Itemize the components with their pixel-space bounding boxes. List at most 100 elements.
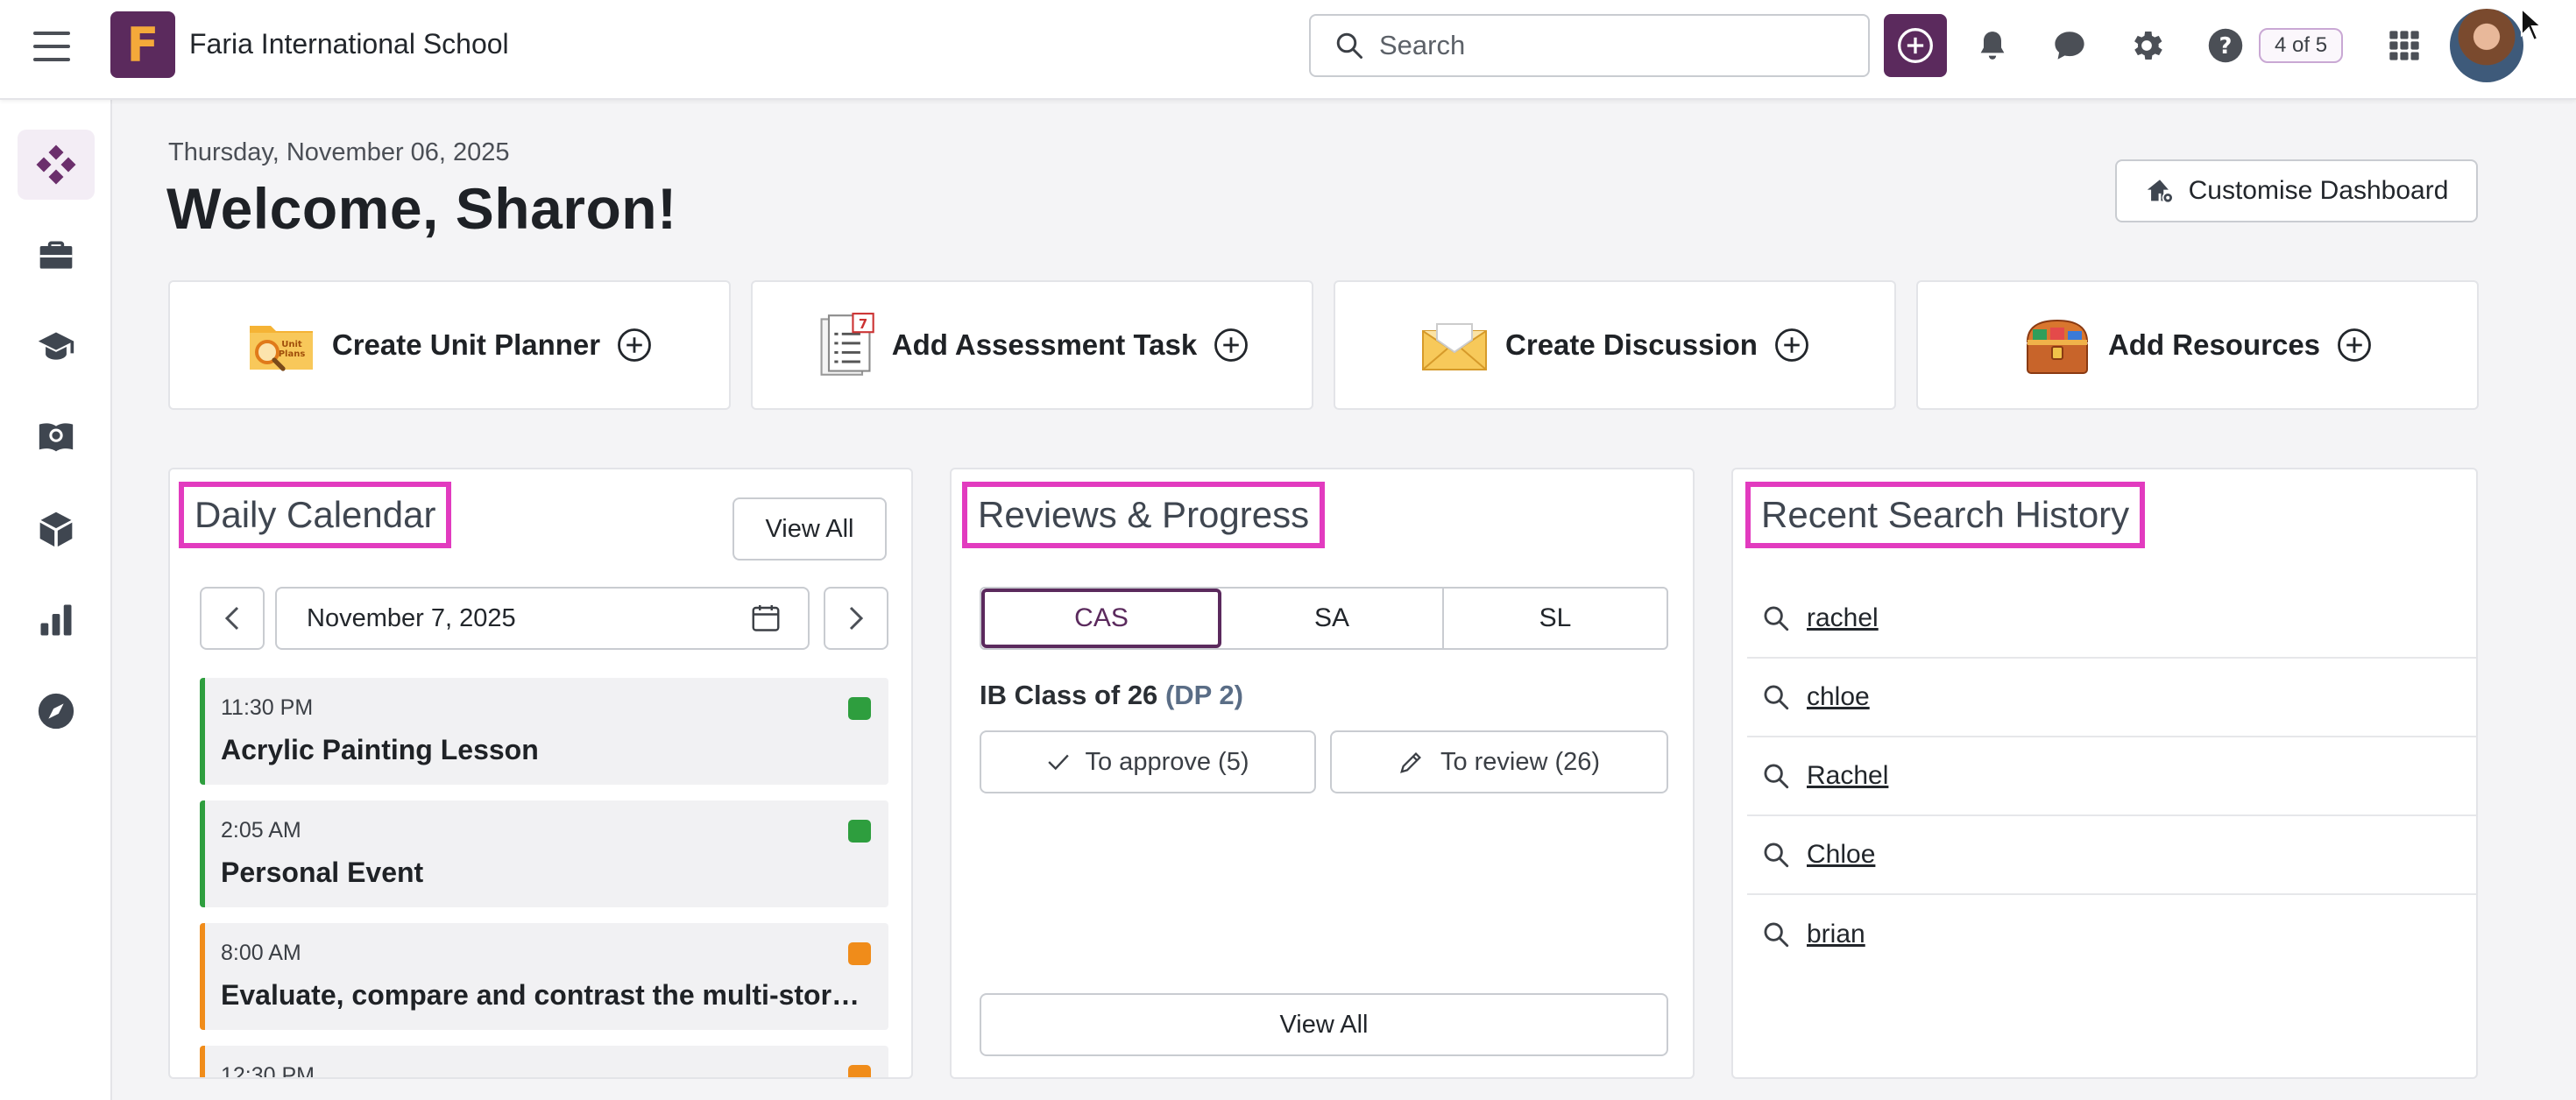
plus-circle-icon [2338,328,2371,362]
history-link[interactable]: brian [1807,920,1865,949]
quick-action-create-discussion[interactable]: Create Discussion [1334,280,1896,410]
event-time: 12:30 PM [221,1063,315,1079]
search-icon [1764,764,1789,789]
history-link[interactable]: chloe [1807,682,1870,712]
history-link[interactable]: Chloe [1807,840,1875,870]
to-approve-button[interactable]: To approve (5) [980,730,1316,793]
history-item[interactable]: chloe [1747,659,2476,737]
book-globe-icon [39,423,74,452]
plus-circle-icon [1898,28,1933,63]
pencil-icon [1400,752,1421,773]
sidebar-item-explore[interactable] [18,676,95,746]
plus-circle-icon [1775,328,1808,362]
home-gear-icon [2147,180,2174,204]
logo-letter: F [126,17,159,73]
class-heading: IB Class of 26 (DP 2) [980,680,1243,711]
sidebar [0,100,112,1100]
svg-text:Plans: Plans [279,349,306,359]
next-day-button[interactable] [824,587,888,650]
svg-text:?: ? [2219,33,2233,60]
recent-search-history-title: Recent Search History [1745,482,2146,548]
sidebar-item-briefcase[interactable] [18,221,95,291]
compass-icon [38,693,74,730]
menu-icon[interactable] [33,32,70,61]
user-avatar[interactable] [2450,9,2523,82]
reviews-progress-title: Reviews & Progress [962,482,1326,548]
class-tag: (DP 2) [1164,680,1243,710]
quick-action-label: Add Assessment Task [891,328,1198,361]
school-logo[interactable]: F [110,11,175,78]
search-icon [1336,32,1362,59]
to-review-button[interactable]: To review (26) [1330,730,1668,793]
quick-action-add-resources[interactable]: Add Resources [1916,280,2479,410]
sidebar-item-reports[interactable] [18,585,95,655]
calendar-view-all-button[interactable]: View All [732,497,887,561]
history-list: rachel chloe Rachel Chloe brian [1733,580,2476,983]
onboarding-steps-badge[interactable]: 4 of 5 [2259,28,2344,63]
plus-circle-icon [1214,328,1249,362]
to-approve-label: To approve (5) [1085,747,1249,776]
customise-dashboard-label: Customise Dashboard [2188,176,2449,205]
daily-calendar-panel: Daily Calendar View All November 7, 2025… [168,468,913,1079]
search-icon [1764,843,1789,868]
chevron-right-icon [849,606,864,631]
check-icon [1047,754,1069,771]
sidebar-item-dashboard[interactable] [18,130,95,200]
tab-sa[interactable]: SA [1221,589,1444,648]
calendar-date-picker[interactable]: November 7, 2025 [275,587,810,650]
calendar-event[interactable]: 8:00 AM Evaluate, compare and contrast t… [200,923,888,1030]
quick-action-add-assessment-task[interactable]: 7 Add Assessment Task [751,280,1313,410]
customise-dashboard-button[interactable]: Customise Dashboard [2115,159,2478,222]
history-item[interactable]: rachel [1747,580,2476,659]
reviews-tabs: CAS SA SL [980,587,1668,650]
quick-action-label: Create Discussion [1505,328,1758,361]
sidebar-item-resources[interactable] [18,494,95,564]
chevron-left-icon [224,606,239,631]
previous-day-button[interactable] [200,587,265,650]
gear-icon[interactable] [2126,25,2168,67]
sidebar-item-library[interactable] [18,403,95,473]
event-title: Personal Event [221,857,424,888]
calendar-event[interactable]: 11:30 PM Acrylic Painting Lesson [200,678,888,785]
event-time: 11:30 PM [221,695,314,720]
chat-icon[interactable] [2049,25,2091,67]
task-clipboard-icon [848,942,871,965]
school-name[interactable]: Faria International School [189,28,509,60]
search-icon [1764,606,1789,631]
plus-circle-icon [618,328,652,362]
sidebar-item-academics[interactable] [18,312,95,382]
add-new-button[interactable] [1884,14,1947,77]
tab-cas[interactable]: CAS [981,589,1221,648]
cube-icon [39,511,73,547]
history-item[interactable]: brian [1747,895,2476,974]
apps-grid-icon[interactable] [2383,25,2425,67]
folder-magnifier-icon: UnitPlans [249,326,313,371]
bell-icon[interactable] [1971,25,2013,67]
calendar-event[interactable]: 12:30 PM [200,1046,888,1079]
history-link[interactable]: Rachel [1807,761,1888,791]
calendar-event[interactable]: 2:05 AM Personal Event [200,800,888,907]
event-time: 2:05 AM [221,818,301,843]
search-input[interactable] [1379,30,1835,61]
quick-action-create-unit-planner[interactable]: Unit Plans Create Unit Planner [168,280,731,410]
task-clipboard-icon [848,1065,871,1077]
bar-chart-icon [40,604,72,636]
to-review-label: To review (26) [1440,747,1601,776]
event-title: Acrylic Painting Lesson [221,734,539,765]
welcome-heading: Welcome, Sharon! [166,176,677,241]
daily-calendar-title: Daily Calendar [179,482,452,548]
top-bar: F Faria International School ? 4 of 5 [0,0,2576,100]
search-icon [1764,685,1789,710]
reviews-view-all-button[interactable]: View All [980,993,1668,1056]
search-box[interactable] [1309,14,1870,77]
tab-sl[interactable]: SL [1444,589,1667,648]
calendar-icon [752,605,780,631]
reviews-progress-panel: Reviews & Progress CAS SA SL IB Class of… [950,468,1695,1079]
current-date: Thursday, November 06, 2025 [168,138,510,166]
mouse-cursor-icon [2521,7,2543,42]
history-link[interactable]: rachel [1807,603,1879,633]
briefcase-icon [39,241,73,269]
history-item[interactable]: Chloe [1747,816,2476,895]
history-item[interactable]: Rachel [1747,737,2476,816]
help-icon[interactable]: ? [2204,25,2247,67]
